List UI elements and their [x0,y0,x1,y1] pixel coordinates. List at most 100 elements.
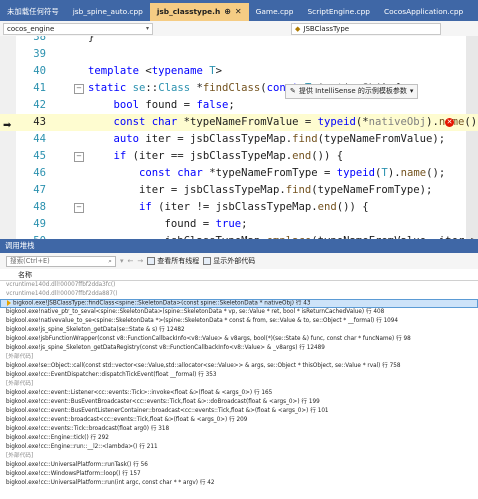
line-number: 47 [33,184,46,196]
scope-dropdown[interactable]: ◆ JSBClassType [291,22,441,35]
code-line[interactable]: 47 iter = jsbClassTypeMap.find(typeNameF… [0,182,478,199]
code-token: const char [88,116,184,128]
collapse-toggle-icon[interactable]: − [74,84,84,94]
exception-icon[interactable]: ✕ [445,118,454,127]
frame-text: bigkool.exe!cc::events::Tick::broadcast(… [6,426,170,432]
callstack-frame-row[interactable]: bigkool.exe!cc::events::Tick::broadcast(… [0,425,478,434]
code-line[interactable]: 43 const char *typeNameFromValue = typei… [0,114,478,131]
threads-icon [147,257,156,265]
frame-text: bigkool.exe!cc::WindowsPlatform::loop() … [6,471,141,477]
code-token: :: [145,82,159,94]
callstack-frame-row[interactable]: bigkool.exe!js_spine_Skeleton_getData(se… [0,326,478,335]
code-token: false [196,99,229,111]
code-token: typeid [336,167,376,179]
frame-text: bigkool.exe!cc::event::BusEventListenerC… [6,408,329,414]
callstack-frame-row[interactable]: bigkool.exe!cc::event::Listener<cc::even… [0,389,478,398]
tab-1[interactable]: jsb_spine_auto.cpp [66,3,150,21]
code-text: if (iter != jsbClassTypeMap.end()) { [88,199,369,216]
callstack-frame-row[interactable]: vcruntime140d.dll!00007ffbf2dda887() [0,290,478,299]
checkbox-icon [203,257,212,265]
callstack-frame-row[interactable]: bigkool.exe!jsbFunctionWrapper(const v8:… [0,335,478,344]
view-all-threads-label: 查看所有线程 [157,257,200,265]
code-line[interactable]: 45 if (iter == jsbClassTypeMap.end()) {− [0,148,478,165]
callstack-frame-row[interactable]: bigkool.exe!cc::event::broadcast<cc::eve… [0,416,478,425]
class-icon: ◆ [295,24,301,33]
forward-arrow-icon[interactable]: → [137,257,143,265]
dropdown-arrow-icon[interactable]: ▾ [120,257,124,265]
code-line[interactable]: 42 bool found = false; [0,97,478,114]
callstack-frame-row[interactable]: [外部代码] [0,452,478,461]
tab-5[interactable]: CocosApplication.cpp [377,3,470,21]
frame-text: bigkool.exe!cc::EventDispatcher::dispatc… [6,372,217,378]
frame-text: bigkool.exe!JSBClassType::findClass<spin… [13,300,311,307]
callstack-frame-row[interactable]: bigkool.exe!cc::EventDispatcher::dispatc… [0,371,478,380]
code-line[interactable]: 44 auto iter = jsbClassTypeMap.find(type… [0,131,478,148]
tooltip-text: 提供 IntelliSense 的示例模板参数 [298,87,407,95]
tab-4[interactable]: ScriptEngine.cpp [300,3,377,21]
show-external-code-button[interactable]: 显示外部代码 [203,256,255,266]
callstack-frame-row[interactable]: bigkool.exe!nativevalue_to_se<spine::Ske… [0,317,478,326]
line-number: 48 [33,201,46,213]
callstack-frame-row[interactable]: bigkool.exe!cc::UniversalPlatform::run(i… [0,479,478,488]
callstack-frame-row[interactable]: bigkool.exe!cc::Engine::tick() 行 292 [0,434,478,443]
code-token: ). [387,167,401,179]
column-header-name[interactable]: 名称 [0,269,478,281]
line-number: 44 [33,133,46,145]
frame-text: vcruntime140d.dll!00007ffbf2dda3fc() [6,282,116,288]
tab-0[interactable]: 未加载任何符号 [0,3,66,21]
frame-text: [外部代码] [6,381,34,387]
callstack-frame-row[interactable]: bigkool.exe!cc::event::BusEventBroadcast… [0,398,478,407]
code-text: } [88,36,94,46]
frame-text: vcruntime140d.dll!00007ffbf2dda887() [6,291,118,297]
show-external-code-label: 显示外部代码 [213,257,256,265]
callstack-frame-row[interactable]: bigkool.exe!js_spine_Skeleton_getDataReg… [0,344,478,353]
line-number: 42 [33,99,46,111]
code-text: const char *typeNameFromValue = typeid(*… [88,114,478,131]
code-text: const char *typeNameFromType = typeid(T)… [88,165,445,182]
scope-dropdown-label: JSBClassType [303,24,350,33]
code-token: if [88,201,159,213]
view-all-threads-button[interactable]: 查看所有线程 [147,256,199,266]
collapse-toggle-icon[interactable]: − [74,152,84,162]
code-token: true [215,218,242,230]
callstack-frame-row[interactable]: [外部代码] [0,380,478,389]
close-icon[interactable]: ✕ [235,3,242,21]
frame-text: bigkool.exe!nativevalue_to_se<spine::Ske… [6,318,399,324]
frame-text: bigkool.exe!cc::Engine::tick() 行 292 [6,435,109,441]
callstack-frame-row[interactable]: bigkool.exe!se::Object::call(const std::… [0,362,478,371]
callstack-frame-row[interactable]: bigkool.exe!JSBClassType::findClass<spin… [0,299,478,308]
current-frame-arrow-icon [7,300,11,306]
tab-2[interactable]: jsb_classtype.h ⊕ ✕ [149,3,249,21]
callstack-frame-row[interactable]: bigkool.exe!cc::WindowsPlatform::loop() … [0,470,478,479]
callstack-frame-row[interactable]: bigkool.exe!cc::UniversalPlatform::runTa… [0,461,478,470]
intellisense-template-tooltip[interactable]: ✎ 提供 IntelliSense 的示例模板参数 ▾ [285,84,419,99]
code-line[interactable]: 39 [0,46,478,63]
code-line[interactable]: 40 template <typename T> [0,63,478,80]
line-number: 41 [33,82,46,94]
code-token: findClass [202,82,261,94]
code-line[interactable]: 46 const char *typeNameFromType = typeid… [0,165,478,182]
tab-3[interactable]: Game.cpp [249,3,301,21]
callstack-search-input[interactable]: 搜索(Ctrl+E) ⌕ [6,255,116,267]
pin-icon[interactable]: ⊕ [224,3,231,21]
line-number: 46 [33,167,46,179]
callstack-frame-row[interactable]: [外部代码] [0,353,478,362]
callstack-frame-row[interactable]: bigkool.exe!cc::event::BusEventListenerC… [0,407,478,416]
callstack-frame-row[interactable]: bigkool.exe!native_ptr_to_seval<spine::S… [0,308,478,317]
code-token: iter = jsbClassTypeMap. [145,133,293,145]
code-token: (typeNameFromValue); [317,133,446,145]
code-editor[interactable]: 38} 39 40 template <typename T> 41 static se:… [0,36,478,239]
callstack-toolbar: 搜索(Ctrl+E) ⌕ ▾ ← → 查看所有线程 显示外部代码 [0,253,478,269]
code-line[interactable]: 48 if (iter != jsbClassTypeMap.end()) {− [0,199,478,216]
code-token: end [317,201,337,213]
code-token: } [88,36,95,43]
callstack-frame-row[interactable]: vcruntime140d.dll!00007ffbf2dda3fc() [0,281,478,290]
collapse-toggle-icon[interactable]: − [74,203,84,213]
frame-text: bigkool.exe!cc::event::Listener<cc::even… [6,390,273,396]
project-dropdown[interactable]: cocos_engine ▾ [3,22,153,35]
callstack-frame-row[interactable]: bigkool.exe!cc::Engine::run::__l2::<lamb… [0,443,478,452]
code-line[interactable]: 38} [0,36,478,46]
code-line[interactable]: 49 found = true; [0,216,478,233]
code-token: Class [158,82,197,94]
back-arrow-icon[interactable]: ← [128,257,134,265]
